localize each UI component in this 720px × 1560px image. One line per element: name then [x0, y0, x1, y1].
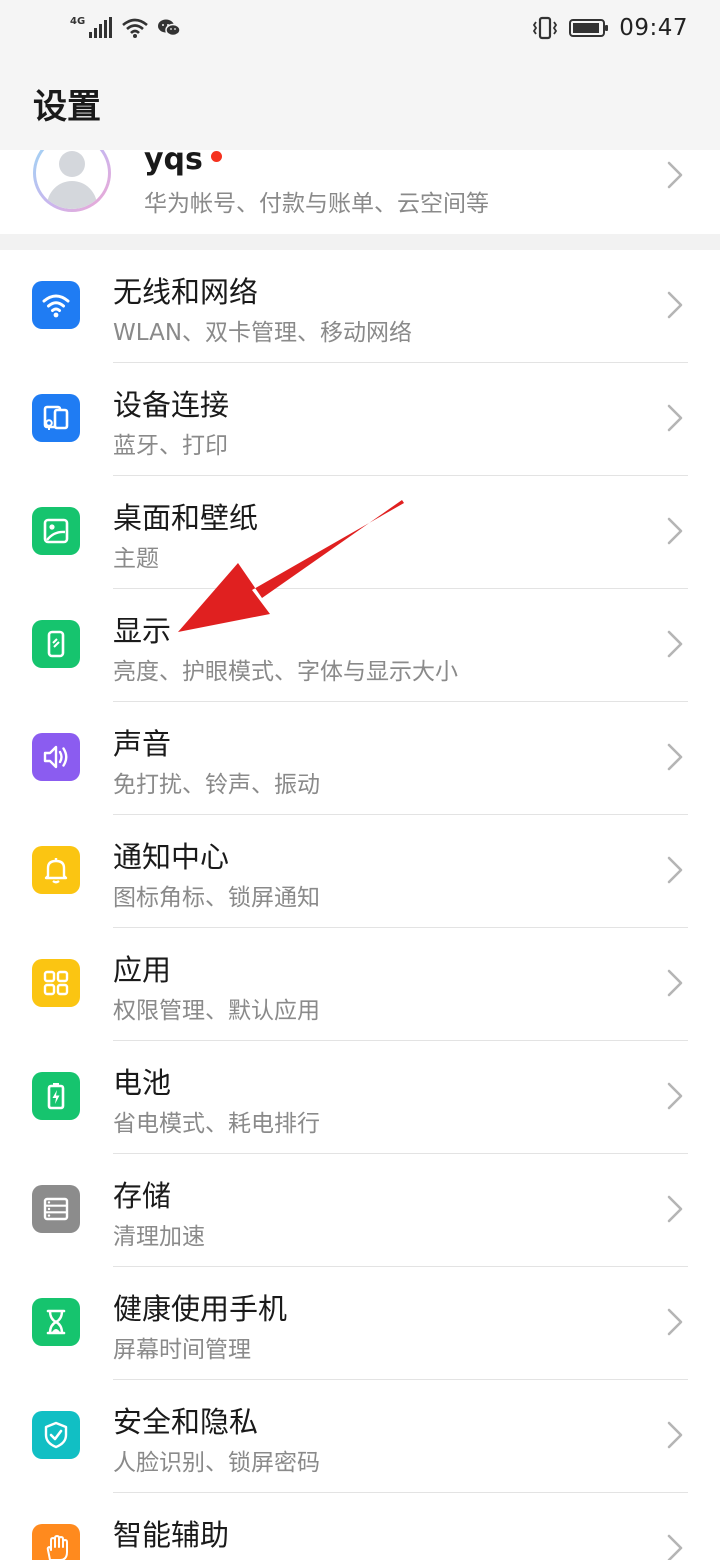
app-header: 设置 [0, 56, 720, 150]
avatar-placeholder-icon [36, 150, 108, 209]
item-subtitle: 人脸识别、锁屏密码 [113, 1450, 320, 1476]
wechat-icon [158, 19, 181, 37]
item-subtitle: 权限管理、默认应用 [113, 998, 320, 1024]
settings-item-digital-balance[interactable]: 健康使用手机 屏幕时间管理 [0, 1267, 720, 1380]
battery-icon [569, 19, 609, 37]
chevron-right-icon [667, 1534, 683, 1560]
network-type-label: 4G [70, 15, 86, 27]
chevron-right-icon [667, 1421, 683, 1449]
item-title: 无线和网络 [113, 275, 259, 309]
hourglass-icon [32, 1298, 80, 1346]
status-left: 4G [70, 15, 181, 39]
item-title: 通知中心 [113, 840, 230, 874]
item-subtitle: 省电模式、耗电排行 [113, 1111, 320, 1137]
settings-item-security-privacy[interactable]: 安全和隐私 人脸识别、锁屏密码 [0, 1380, 720, 1493]
chevron-right-icon [667, 856, 683, 884]
item-title: 健康使用手机 [113, 1292, 288, 1326]
section-gap [0, 234, 720, 250]
chevron-right-icon [667, 291, 683, 319]
account-name-wrap: yqs [144, 150, 222, 177]
page-title: 设置 [33, 86, 101, 127]
item-subtitle: 图标角标、锁屏通知 [113, 885, 320, 911]
notification-bell-icon [32, 846, 80, 894]
item-subtitle: 亮度、护眼模式、字体与显示大小 [113, 659, 458, 685]
chevron-right-icon [667, 404, 683, 432]
account-name: yqs [144, 150, 203, 177]
display-icon [32, 620, 80, 668]
chevron-right-icon [667, 1082, 683, 1110]
settings-item-battery[interactable]: 电池 省电模式、耗电排行 [0, 1041, 720, 1154]
item-subtitle: 清理加速 [113, 1224, 205, 1250]
chevron-right-icon [667, 1195, 683, 1223]
wifi-icon [32, 281, 80, 329]
settings-item-sound[interactable]: 声音 免打扰、铃声、振动 [0, 702, 720, 815]
item-title: 存储 [113, 1179, 172, 1213]
settings-item-display[interactable]: 显示 亮度、护眼模式、字体与显示大小 [0, 589, 720, 702]
avatar [33, 150, 111, 212]
settings-item-smart-assistance[interactable]: 智能辅助 [0, 1493, 720, 1560]
status-bar: 4G 09:47 [0, 0, 720, 56]
sound-icon [32, 733, 80, 781]
battery-charge-icon [32, 1072, 80, 1120]
settings-item-notification-center[interactable]: 通知中心 图标角标、锁屏通知 [0, 815, 720, 928]
settings-item-device-connection[interactable]: 设备连接 蓝牙、打印 [0, 363, 720, 476]
chevron-right-icon [667, 161, 683, 189]
clock: 09:47 [619, 15, 688, 41]
item-title: 声音 [113, 727, 172, 761]
item-subtitle: 主题 [113, 546, 159, 572]
storage-icon [32, 1185, 80, 1233]
chevron-right-icon [667, 517, 683, 545]
item-subtitle: 蓝牙、打印 [113, 433, 228, 459]
settings-item-wireless-network[interactable]: 无线和网络 WLAN、双卡管理、移动网络 [0, 250, 720, 363]
item-title: 安全和隐私 [113, 1405, 259, 1439]
status-right: 09:47 [531, 15, 688, 41]
chevron-right-icon [667, 969, 683, 997]
chevron-right-icon [667, 743, 683, 771]
settings-item-storage[interactable]: 存储 清理加速 [0, 1154, 720, 1267]
item-title: 智能辅助 [113, 1518, 230, 1552]
vibrate-icon [533, 16, 558, 40]
chevron-right-icon [667, 1308, 683, 1336]
account-subtitle: 华为帐号、付款与账单、云空间等 [144, 191, 489, 217]
item-title: 应用 [113, 953, 172, 987]
device-connect-icon [32, 394, 80, 442]
item-subtitle: 屏幕时间管理 [113, 1337, 251, 1363]
wallpaper-icon [32, 507, 80, 555]
settings-item-apps[interactable]: 应用 权限管理、默认应用 [0, 928, 720, 1041]
hand-gesture-icon [32, 1524, 80, 1560]
settings-screen: 4G 09:47 设置 yqs 华为帐号、付款与账单、云空间等 无线和网络 WL… [0, 0, 720, 1560]
item-subtitle: 免打扰、铃声、振动 [113, 772, 320, 798]
settings-list: 无线和网络 WLAN、双卡管理、移动网络 设备连接 蓝牙、打印 桌面和壁纸 主题… [0, 250, 720, 1560]
shield-check-icon [32, 1411, 80, 1459]
item-title: 设备连接 [113, 388, 230, 422]
item-title: 显示 [113, 614, 172, 648]
settings-item-desktop-wallpaper[interactable]: 桌面和壁纸 主题 [0, 476, 720, 589]
wifi-icon [122, 18, 149, 38]
item-subtitle: WLAN、双卡管理、移动网络 [113, 320, 413, 346]
item-title: 桌面和壁纸 [113, 501, 259, 535]
chevron-right-icon [667, 630, 683, 658]
apps-grid-icon [32, 959, 80, 1007]
account-row[interactable]: yqs 华为帐号、付款与账单、云空间等 [0, 150, 720, 234]
signal-icon [89, 17, 113, 38]
notification-dot [210, 151, 222, 162]
item-title: 电池 [113, 1066, 172, 1100]
